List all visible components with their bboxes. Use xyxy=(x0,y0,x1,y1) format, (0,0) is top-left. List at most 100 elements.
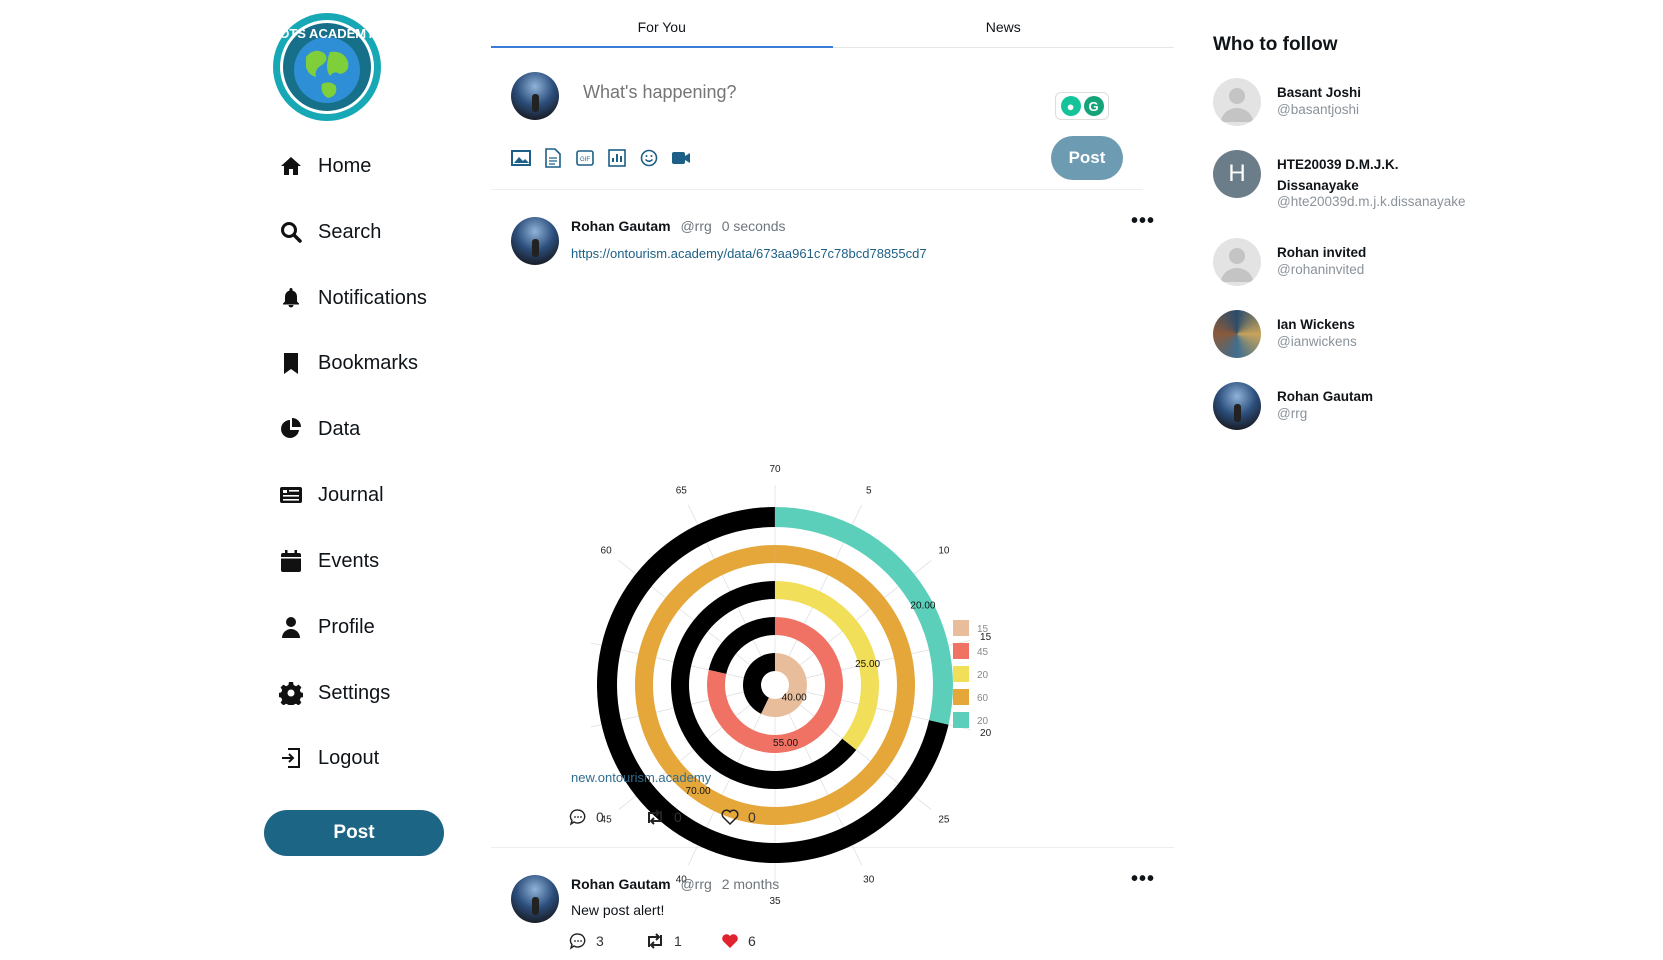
compose-input[interactable] xyxy=(583,82,983,103)
angle-tick-label: 25 xyxy=(938,815,950,826)
comment-button[interactable]: 0 xyxy=(569,808,645,826)
legend-label: 45 xyxy=(977,647,989,658)
angle-tick-label: 65 xyxy=(676,485,688,496)
repost-icon xyxy=(648,933,662,949)
heart-outline-icon xyxy=(721,809,739,825)
video-icon[interactable] xyxy=(671,148,691,168)
like-button[interactable]: 0 xyxy=(721,808,797,826)
post-avatar[interactable] xyxy=(511,217,559,265)
gif-icon[interactable]: GIF xyxy=(575,148,595,168)
ring-value-label: 20.00 xyxy=(910,600,935,611)
follow-handle: @rohaninvited xyxy=(1277,262,1365,277)
legend-swatch[interactable] xyxy=(953,712,969,728)
post-handle[interactable]: @rrg xyxy=(680,876,711,892)
nav-logout-label: Logout xyxy=(318,746,380,769)
nav-settings-label: Settings xyxy=(318,681,391,704)
nav-data-label: Data xyxy=(318,417,361,440)
follow-name: HTE20039 D.M.J.K. Dissanayake xyxy=(1277,157,1399,193)
follow-suggestion[interactable]: Ian Wickens @ianwickens xyxy=(1213,310,1513,360)
post-author-name[interactable]: Rohan Gautam xyxy=(571,876,671,892)
journal-icon xyxy=(278,482,304,508)
pie-chart-icon xyxy=(278,416,304,442)
repost-button[interactable]: 1 xyxy=(645,932,721,950)
repost-count: 1 xyxy=(674,933,682,949)
follow-name: Basant Joshi xyxy=(1277,85,1362,100)
follow-suggestion[interactable]: Rohan Gautam @rrg xyxy=(1213,382,1513,432)
angle-tick-label: 70 xyxy=(769,464,781,475)
post-header: Rohan Gautam @rrg 0 seconds xyxy=(571,218,786,234)
nav-home[interactable]: Home xyxy=(278,146,371,186)
post-actions: 0 0 0 xyxy=(569,808,797,826)
legend-swatch[interactable] xyxy=(953,689,969,705)
left-sidebar: OTS ACADEMY Home Search Notifications Bo… xyxy=(258,0,458,960)
nav-bookmarks-label: Bookmarks xyxy=(318,351,419,374)
legend-swatch[interactable] xyxy=(953,620,969,636)
follow-name: Ian Wickens xyxy=(1277,317,1355,332)
image-icon[interactable] xyxy=(511,148,531,168)
svg-text:GIF: GIF xyxy=(580,157,590,163)
nav-settings[interactable]: Settings xyxy=(278,673,390,713)
comment-icon xyxy=(569,933,586,950)
nav-profile-label: Profile xyxy=(318,615,375,638)
post-author-name[interactable]: Rohan Gautam xyxy=(571,218,671,234)
legend-label: 60 xyxy=(977,693,989,704)
avatar[interactable] xyxy=(1213,310,1261,358)
comment-button[interactable]: 3 xyxy=(569,932,645,950)
post-avatar[interactable] xyxy=(511,875,559,923)
post-composer: ● G GIF Post xyxy=(491,48,1143,190)
post-time: 2 months xyxy=(721,876,780,892)
ring-value-label: 40.00 xyxy=(782,693,807,704)
angle-tick-label: 10 xyxy=(938,545,950,556)
composer-avatar[interactable] xyxy=(511,72,559,120)
nav-bookmarks[interactable]: Bookmarks xyxy=(278,343,418,383)
angle-tick-label: 20 xyxy=(980,728,992,739)
sidebar-post-button[interactable]: Post xyxy=(264,810,444,856)
comment-icon xyxy=(569,809,586,826)
post-data-link[interactable]: https://ontourism.academy/data/673aa961c… xyxy=(571,246,927,261)
nav-profile[interactable]: Profile xyxy=(278,607,375,647)
legend-swatch[interactable] xyxy=(953,666,969,682)
nav-events[interactable]: Events xyxy=(278,541,379,581)
bookmark-icon xyxy=(278,350,304,376)
tab-news[interactable]: News xyxy=(833,0,1175,47)
post-actions: 3 1 6 xyxy=(569,932,797,950)
nav-journal[interactable]: Journal xyxy=(278,475,384,515)
logo-text: OTS ACADEMY xyxy=(279,26,375,41)
nav-notifications[interactable]: Notifications xyxy=(278,278,427,318)
more-options-icon[interactable]: ••• xyxy=(1131,210,1155,233)
composer-post-button[interactable]: Post xyxy=(1051,136,1123,180)
angle-tick-label: 60 xyxy=(601,545,613,556)
tab-for-you[interactable]: For You xyxy=(491,0,833,48)
nav-home-label: Home xyxy=(318,154,372,177)
legend-label: 20 xyxy=(977,716,989,727)
follow-name: Rohan invited xyxy=(1277,245,1367,260)
feed-post: Rohan Gautam @rrg 0 seconds ••• https://… xyxy=(491,190,1174,907)
avatar[interactable] xyxy=(1213,382,1261,430)
repost-button[interactable]: 0 xyxy=(645,808,721,826)
heart-filled-icon xyxy=(722,934,738,948)
poll-icon[interactable] xyxy=(607,148,627,168)
legend-swatch[interactable] xyxy=(953,643,969,659)
follow-suggestion[interactable]: Rohan invited @rohaninvited xyxy=(1213,238,1513,288)
avatar[interactable] xyxy=(1213,238,1261,286)
follow-suggestion[interactable]: H HTE20039 D.M.J.K. Dissanayake @hte2003… xyxy=(1213,150,1513,216)
document-icon[interactable] xyxy=(543,148,563,168)
legend-label: 15 xyxy=(977,624,989,635)
nav-logout[interactable]: Logout xyxy=(278,738,379,778)
more-options-icon[interactable]: ••• xyxy=(1131,868,1155,891)
post-footer-link[interactable]: new.ontourism.academy xyxy=(571,770,711,785)
post-handle[interactable]: @rrg xyxy=(680,218,711,234)
emoji-icon[interactable] xyxy=(639,148,659,168)
avatar[interactable] xyxy=(1213,78,1261,126)
follow-suggestion[interactable]: Basant Joshi @basantjoshi xyxy=(1213,78,1513,128)
avatar[interactable]: H xyxy=(1213,150,1261,198)
ots-academy-logo[interactable]: OTS ACADEMY xyxy=(272,12,382,122)
home-icon xyxy=(278,153,304,179)
like-button[interactable]: 6 xyxy=(721,932,797,950)
nav-data[interactable]: Data xyxy=(278,409,360,449)
composer-toolbar: GIF xyxy=(511,148,691,168)
nav-search[interactable]: Search xyxy=(278,212,381,252)
grammarly-widget[interactable]: ● G xyxy=(1055,92,1109,120)
grammarly-icon[interactable]: G xyxy=(1083,96,1104,116)
bulb-icon[interactable]: ● xyxy=(1060,96,1081,116)
